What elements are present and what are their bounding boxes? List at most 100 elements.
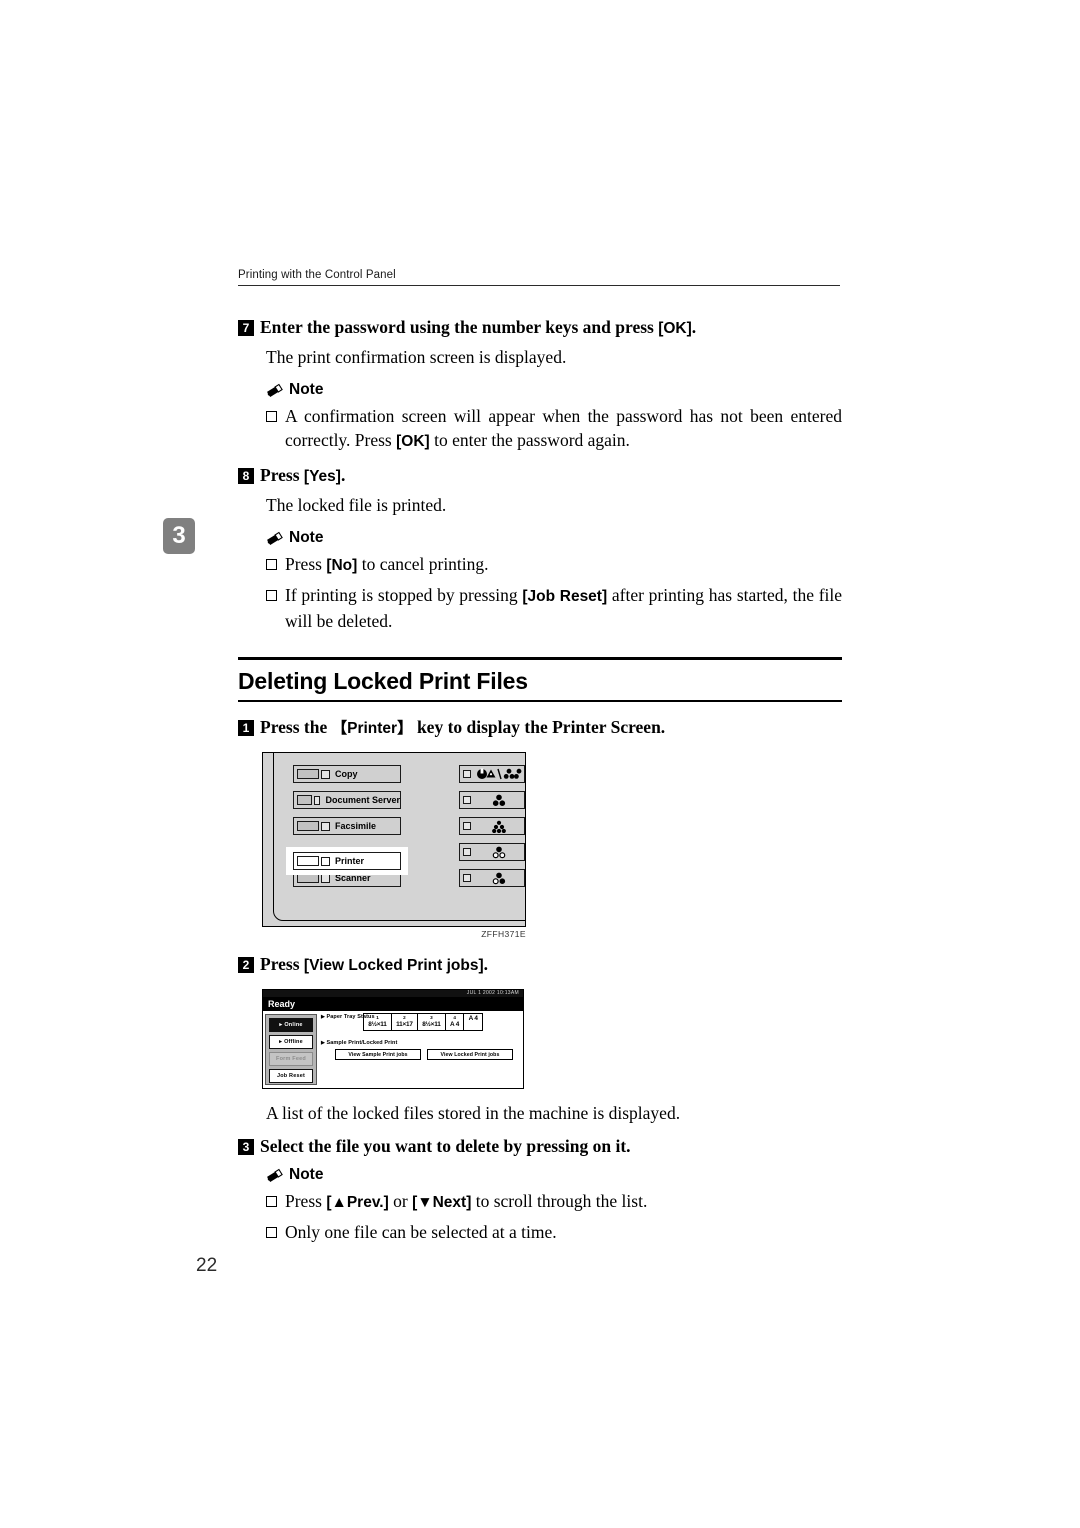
- step-7-number: 7: [238, 320, 254, 336]
- note-item-text: Only one file can be selected at a time.: [285, 1222, 557, 1242]
- lcd-button-online[interactable]: ▸ Online: [269, 1018, 313, 1032]
- control-panel-indicator-column: [459, 765, 525, 895]
- lcd-status-text: Ready: [263, 997, 523, 1011]
- note-item: If printing is stopped by pressing [Job …: [266, 583, 842, 633]
- indicator-five-dots: [459, 817, 525, 835]
- tray-cell[interactable]: 1 8½×11: [364, 1014, 392, 1030]
- lcd-button-offline[interactable]: ▸ Offline: [269, 1035, 313, 1049]
- note-bullet-icon: [266, 559, 277, 570]
- key-led-icon: [321, 821, 330, 831]
- step-2-key: [View Locked Print jobs]: [303, 957, 484, 974]
- tray-size: A 4: [450, 1021, 460, 1028]
- control-panel-key-column: Copy Document Server Facsimile Scanner: [293, 765, 401, 895]
- step-1: 1 Press the 【Printer】 key to display the…: [238, 716, 842, 740]
- page-number: 22: [196, 1255, 218, 1276]
- note-item: Press [▲Prev.] or [▼Next] to scroll thro…: [266, 1189, 842, 1215]
- note-key-prev: [▲Prev.]: [326, 1194, 389, 1211]
- note-label-2: Note: [289, 529, 324, 546]
- running-head-rule: [238, 285, 840, 286]
- lcd-figure: JUL 1 2002 10:13AM Ready ▸ Online ▸ Offl…: [262, 989, 842, 1089]
- five-dots-indicator-icon: [474, 820, 524, 833]
- step-8-body: The locked file is printed.: [266, 495, 447, 515]
- lcd-screen: JUL 1 2002 10:13AM Ready ▸ Online ▸ Offl…: [262, 989, 524, 1089]
- indicator-alert-toner: [459, 765, 525, 783]
- cp-key-printer[interactable]: Printer: [293, 852, 401, 870]
- note-bullet-icon: [266, 590, 277, 601]
- step-7-heading: Enter the password using the number keys…: [260, 316, 696, 340]
- key-led-icon: [313, 795, 321, 805]
- note-text-a: If printing is stopped by pressing: [285, 585, 523, 605]
- section-title: Deleting Locked Print Files: [238, 668, 528, 694]
- note-item: Only one file can be selected at a time.: [266, 1220, 842, 1244]
- note-text-b: to enter the password again.: [429, 430, 630, 450]
- view-sample-print-jobs-button[interactable]: View Sample Print jobs: [335, 1049, 421, 1060]
- lcd-button-label: Online: [284, 1022, 303, 1028]
- indicator-led-icon: [463, 796, 471, 804]
- two-filled-one-open-indicator-icon: [474, 872, 524, 885]
- sample-locked-print-text: Sample Print/Locked Print: [326, 1040, 398, 1046]
- tray-cell[interactable]: A 4: [464, 1014, 482, 1030]
- tray-cell[interactable]: 3 8½×11: [418, 1014, 446, 1030]
- note-bullet-icon: [266, 1227, 277, 1238]
- note-item-text: Press [▲Prev.] or [▼Next] to scroll thro…: [285, 1189, 842, 1215]
- pencil-icon: [266, 1168, 284, 1183]
- lcd-topbar: JUL 1 2002 10:13AM: [263, 990, 523, 997]
- key-led-icon: [321, 769, 330, 779]
- view-locked-print-jobs-button[interactable]: View Locked Print jobs: [427, 1049, 513, 1060]
- note-header-1: Note: [266, 381, 842, 399]
- key-led-icon: [321, 856, 330, 866]
- paper-tray-strip: 1 8½×11 2 11×17 3 8½×11 4 A 4 A 4: [363, 1013, 483, 1031]
- step-8: 8 Press [Yes].: [238, 464, 842, 488]
- indicator-led-icon: [463, 874, 471, 882]
- cp-key-label: Document Server: [325, 795, 400, 805]
- cp-key-label: Copy: [335, 769, 358, 779]
- keycap: [297, 795, 312, 805]
- note-text-mid: or: [388, 1191, 413, 1211]
- note-text-b: to cancel printing.: [357, 554, 489, 574]
- step-1-key: 【Printer】: [331, 720, 413, 737]
- step-2-text-b: .: [483, 954, 488, 974]
- lcd-sidebar: ▸ Online ▸ Offline Form Feed Job Reset: [265, 1014, 317, 1085]
- note-item-text: If printing is stopped by pressing [Job …: [285, 583, 842, 633]
- online-arrow-icon: ▸: [279, 1022, 283, 1028]
- note-item-text: Press [No] to cancel printing.: [285, 552, 842, 578]
- note-text-b: to scroll through the list.: [471, 1191, 648, 1211]
- indicator-three-dots-filled: [459, 791, 525, 809]
- pencil-icon: [266, 531, 284, 546]
- step-8-key: [Yes]: [303, 468, 341, 485]
- cp-key-printer-highlight: Printer: [286, 847, 408, 875]
- cp-key-document-server[interactable]: Document Server: [293, 791, 401, 809]
- step-8-number: 8: [238, 468, 254, 484]
- keycap: [297, 821, 319, 831]
- note-header-3: Note: [266, 1166, 842, 1184]
- content-column: 7 Enter the password using the number ke…: [238, 314, 842, 1244]
- tray-size: A 4: [468, 1015, 478, 1022]
- offline-arrow-icon: ▸: [279, 1039, 283, 1045]
- step-7: 7 Enter the password using the number ke…: [238, 316, 842, 340]
- indicator-led-icon: [463, 770, 471, 778]
- running-head: Printing with the Control Panel: [238, 268, 840, 286]
- lcd-button-job-reset[interactable]: Job Reset: [269, 1069, 313, 1083]
- sample-locked-print-label: ▶ Sample Print/Locked Print: [321, 1040, 520, 1046]
- lcd-main-area: ▶ Paper Tray Status 1 8½×11 2 11×17 3 8½…: [321, 1013, 520, 1085]
- running-head-text: Printing with the Control Panel: [238, 269, 396, 281]
- step-2-text-a: Press: [260, 954, 304, 974]
- step-8-text-a: Press: [260, 465, 304, 485]
- three-dots-filled-indicator-icon: [474, 794, 524, 807]
- step-1-number: 1: [238, 720, 254, 736]
- control-panel-body: Copy Document Server Facsimile Scanner P…: [262, 752, 526, 927]
- document-page: Printing with the Control Panel 3 22 7 E…: [0, 0, 1080, 1528]
- cp-key-facsimile[interactable]: Facsimile: [293, 817, 401, 835]
- note-item: Press [No] to cancel printing.: [266, 552, 842, 578]
- cp-key-copy[interactable]: Copy: [293, 765, 401, 783]
- alert-and-toner-indicator-icon: [474, 768, 524, 780]
- one-filled-two-open-indicator-icon: [474, 846, 524, 859]
- tray-cell[interactable]: 4 A 4: [446, 1014, 465, 1030]
- tray-size: 11×17: [396, 1021, 413, 1028]
- tray-cell[interactable]: 2 11×17: [392, 1014, 418, 1030]
- step-1-text-b: key to display the Printer Screen.: [412, 717, 666, 737]
- indicator-two-filled-one-open: [459, 869, 525, 887]
- lcd-button-form-feed[interactable]: Form Feed: [269, 1052, 313, 1066]
- cp-key-label: Printer: [335, 856, 365, 866]
- step-7-body: The print confirmation screen is display…: [266, 347, 567, 367]
